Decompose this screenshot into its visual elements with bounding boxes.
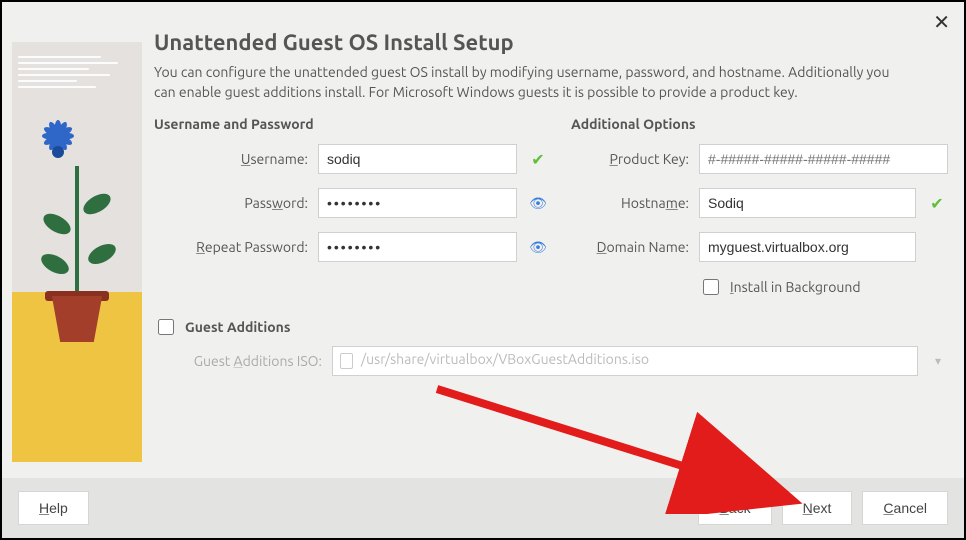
cancel-button[interactable]: Cancel	[862, 491, 948, 525]
install-background-label: Install in Background	[730, 279, 861, 295]
additional-options-heading: Additional Options	[571, 116, 948, 132]
hostname-input[interactable]	[699, 188, 916, 218]
next-button[interactable]: Next	[782, 491, 853, 525]
ga-iso-label: Guest Additions ISO:	[154, 353, 322, 369]
help-button[interactable]: HHelpelp	[18, 491, 89, 525]
product-key-label: Product Key:	[571, 151, 689, 167]
password-input[interactable]	[318, 188, 517, 218]
ga-iso-path: /usr/share/virtualbox/VBoxGuestAdditions…	[361, 351, 649, 367]
wizard-footer: HHelpelp Back Next Cancel	[2, 478, 964, 538]
ga-iso-dropdown-icon[interactable]: ▾	[928, 354, 948, 368]
file-icon	[340, 353, 353, 369]
password-label: Password:	[154, 195, 308, 211]
page-description: You can configure the unattended guest O…	[154, 63, 894, 102]
guest-additions-label: Guest Additions	[185, 319, 290, 335]
domain-name-label: Domain Name:	[571, 239, 689, 255]
check-icon: ✔	[926, 194, 948, 213]
domain-name-input[interactable]	[699, 232, 916, 262]
reveal-repeat-password-icon[interactable]: 👁	[527, 239, 549, 256]
product-key-input[interactable]	[699, 144, 948, 174]
guest-additions-checkbox[interactable]	[158, 319, 174, 335]
back-button[interactable]: Back	[698, 491, 771, 525]
username-input[interactable]	[318, 144, 517, 174]
close-icon[interactable]: ✕	[933, 10, 950, 35]
ga-iso-input[interactable]: /usr/share/virtualbox/VBoxGuestAdditions…	[332, 346, 918, 376]
username-label: UUsername:sername:	[154, 151, 308, 167]
reveal-password-icon[interactable]: 👁	[527, 195, 549, 212]
repeat-password-input[interactable]	[318, 232, 517, 262]
page-title: Unattended Guest OS Install Setup	[154, 30, 948, 55]
hostname-label: Hostname:	[571, 195, 689, 211]
check-icon: ✔	[527, 150, 549, 169]
install-background-checkbox[interactable]	[703, 279, 719, 295]
username-password-heading: Username and Password	[154, 116, 549, 132]
wizard-illustration	[12, 42, 142, 462]
repeat-password-label: Repeat Password:	[154, 239, 308, 255]
